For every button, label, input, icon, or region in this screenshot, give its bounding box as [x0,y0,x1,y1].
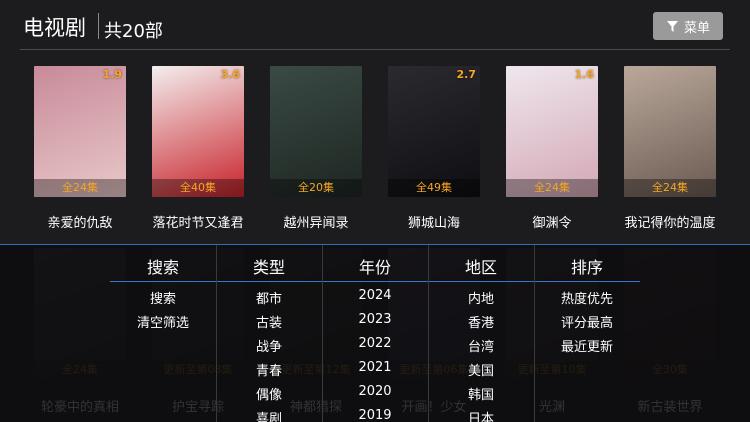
filter-option[interactable]: 2019 [322,408,428,422]
filter-option[interactable]: 偶像 [216,384,322,403]
rating-badge: 1.9 [102,68,123,81]
menu-button-label: 菜单 [683,20,710,36]
filter-option[interactable]: 2023 [322,312,428,327]
filter-option[interactable]: 搜索 [110,288,216,307]
filter-option[interactable]: 美国 [428,360,534,379]
filter-option[interactable]: 2020 [322,384,428,399]
filter-column-header: 地区 [464,258,497,277]
filter-column-header: 年份 [358,258,391,277]
poster-image: 全24集 [624,66,716,197]
drama-title: 越州异闻录 [283,216,349,231]
drama-title: 落花时节又逢君 [152,216,244,231]
drama-title: 亲爱的仇敌 [47,216,113,231]
poster-image: 3.6 全40集 [152,66,244,197]
filter-option[interactable]: 韩国 [428,384,534,403]
filter-option[interactable]: 2024 [322,288,428,303]
filter-option[interactable]: 最近更新 [534,336,640,355]
poster-art [152,66,244,197]
episode-badge: 全24集 [506,179,598,197]
drama-title: 御渊令 [532,216,572,231]
poster-image: 2.7 全49集 [388,66,480,197]
filter-option[interactable]: 都市 [216,288,322,307]
drama-title: 狮城山海 [407,216,460,231]
episode-badge: 全40集 [152,179,244,197]
rating-badge: 1.6 [574,68,595,81]
drama-card[interactable]: 1.6 全24集御渊令 [506,66,598,231]
filter-option[interactable]: 台湾 [428,336,534,355]
episode-badge: 全49集 [388,179,480,197]
drama-card[interactable]: 全20集越州异闻录 [270,66,362,231]
filter-option[interactable]: 战争 [216,336,322,355]
poster-image: 1.9 全24集 [34,66,126,197]
header-divider [20,49,730,50]
poster-art [34,66,126,197]
header: 电视剧 共20部 菜单 [0,0,750,50]
filter-option[interactable]: 香港 [428,312,534,331]
poster-image: 1.6 全24集 [506,66,598,197]
episode-badge: 全20集 [270,179,362,197]
filter-option[interactable]: 2021 [322,360,428,375]
filter-option[interactable]: 2022 [322,336,428,351]
filter-option[interactable]: 热度优先 [534,288,640,307]
rating-badge: 2.7 [456,68,477,81]
drama-card[interactable]: 2.7 全49集狮城山海 [388,66,480,231]
rating-badge: 3.6 [220,68,241,81]
drama-card[interactable]: 全24集我记得你的温度 [624,66,716,231]
filter-header-underline [110,281,640,282]
filter-column-header: 搜索 [146,258,179,277]
filter-option[interactable]: 古装 [216,312,322,331]
filter-column-header: 类型 [252,258,285,277]
filter-option[interactable]: 评分最高 [534,312,640,331]
filter-option[interactable]: 喜剧 [216,408,322,422]
poster-art [270,66,362,197]
poster-art [506,66,598,197]
episode-badge: 全24集 [624,179,716,197]
filter-icon [666,20,678,32]
poster-art [624,66,716,197]
title-separator [98,13,99,39]
episode-badge: 全24集 [34,179,126,197]
filter-column-header: 排序 [570,258,603,277]
page-title: 电视剧 [23,16,86,40]
drama-title: 我记得你的温度 [624,216,716,231]
drama-card[interactable]: 1.9 全24集亲爱的仇敌 [34,66,126,231]
menu-button[interactable]: 菜单 [653,12,723,40]
filter-option[interactable]: 日本 [428,408,534,422]
filter-panel: 搜索 搜索 清空筛选 类型 都市 古装 战争 青春 偶像 喜剧 年份 2024 2023 2022 2021… [0,244,750,422]
filter-option[interactable]: 内地 [428,288,534,307]
filter-option[interactable]: 青春 [216,360,322,379]
item-count: 共20部 [104,21,163,42]
drama-card[interactable]: 3.6 全40集落花时节又逢君 [152,66,244,231]
poster-image: 全20集 [270,66,362,197]
filter-option[interactable]: 清空筛选 [110,312,216,331]
poster-art [388,66,480,197]
